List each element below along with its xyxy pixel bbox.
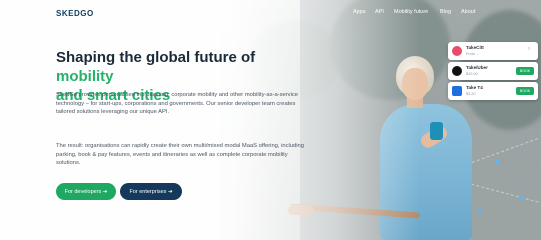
book-button[interactable]: BOOK: [516, 67, 534, 75]
card-subtitle: $3.20: [466, 92, 476, 96]
chevron-right-icon[interactable]: ›: [528, 46, 530, 52]
title-highlight: mobility: [56, 68, 114, 85]
for-developers-button[interactable]: For developers ➔: [56, 183, 116, 200]
result-paragraph: The result: organisations can rapidly cr…: [56, 143, 304, 166]
nav-about[interactable]: About: [461, 9, 475, 15]
book-button[interactable]: BOOK: [516, 87, 534, 95]
card-title: TakeCitt: [466, 45, 484, 50]
map-point: [520, 196, 524, 200]
nav-mobility-future[interactable]: Mobility future: [394, 9, 428, 15]
map-point: [478, 210, 482, 214]
text-backdrop: [0, 0, 420, 240]
card-subtitle: From ...: [466, 52, 480, 56]
card-subtitle: $10.00: [466, 72, 478, 76]
map-point: [495, 160, 499, 164]
hero-page: SKEDGO Apps API Mobility future Blog Abo…: [0, 0, 541, 240]
trip-card[interactable]: Take T4 $3.20 BOOK: [448, 82, 538, 100]
nav-blog[interactable]: Blog: [440, 9, 451, 15]
nav-apps[interactable]: Apps: [353, 9, 366, 15]
title-part1: Shaping the global future of: [56, 49, 256, 66]
train-icon: [452, 86, 462, 96]
trip-card[interactable]: Take/Uber $10.00 BOOK: [448, 62, 538, 80]
transport-icon: [452, 46, 462, 56]
phone-image: [430, 122, 443, 140]
intro-paragraph: SkedGo provides personalised trip planni…: [56, 92, 298, 115]
for-enterprises-button[interactable]: For enterprises ➔: [120, 183, 182, 200]
card-title: Take/Uber: [466, 65, 488, 70]
card-title: Take T4: [466, 85, 483, 90]
trip-card[interactable]: TakeCitt From ... ›: [448, 42, 538, 60]
skedgo-logo[interactable]: SKEDGO: [56, 9, 94, 18]
nav-api[interactable]: API: [375, 9, 384, 15]
uber-icon: [452, 66, 462, 76]
